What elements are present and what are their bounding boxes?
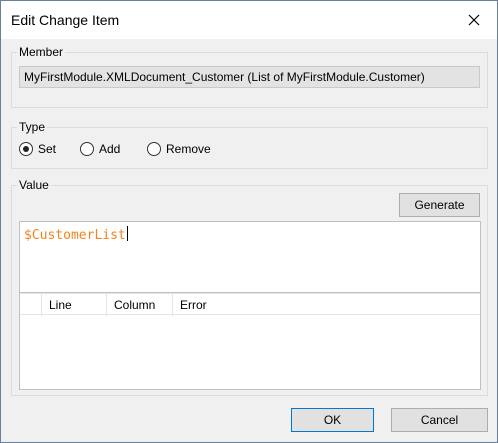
column-header-line[interactable]: Line — [42, 294, 107, 316]
dialog-title: Edit Change Item — [11, 12, 120, 28]
type-group: Type Set Add Remove — [11, 120, 488, 169]
error-table[interactable]: Line Column Error — [19, 293, 481, 390]
dialog-window: Edit Change Item Member MyFirstModule.XM… — [0, 0, 498, 443]
value-group: Value Generate $CustomerList Line Column… — [11, 178, 488, 396]
column-header-indicator[interactable] — [20, 294, 42, 316]
close-button[interactable] — [451, 1, 497, 39]
radio-add-indicator[interactable] — [80, 142, 94, 156]
column-header-error[interactable]: Error — [173, 294, 482, 316]
member-group: Member MyFirstModule.XMLDocument_Custome… — [11, 45, 488, 108]
member-field[interactable]: MyFirstModule.XMLDocument_Customer (List… — [19, 66, 480, 88]
error-table-header: Line Column Error — [20, 293, 482, 316]
expression-editor[interactable]: $CustomerList — [19, 221, 481, 293]
radio-add-label: Add — [99, 142, 121, 156]
radio-set[interactable]: Set — [19, 142, 56, 156]
generate-button[interactable]: Generate — [399, 193, 480, 217]
radio-set-indicator[interactable] — [19, 142, 33, 156]
column-header-column[interactable]: Column — [107, 294, 173, 316]
value-legend: Value — [17, 178, 51, 192]
expression-text: $CustomerList — [24, 226, 128, 243]
close-icon — [468, 14, 480, 26]
radio-remove[interactable]: Remove — [147, 142, 211, 156]
text-caret — [126, 226, 128, 241]
ok-button[interactable]: OK — [291, 408, 374, 432]
title-bar: Edit Change Item — [1, 1, 497, 39]
type-legend: Type — [17, 120, 48, 134]
cancel-button[interactable]: Cancel — [391, 408, 488, 432]
radio-add[interactable]: Add — [80, 142, 120, 156]
radio-remove-label: Remove — [166, 142, 211, 156]
radio-remove-indicator[interactable] — [147, 142, 161, 156]
radio-set-label: Set — [38, 142, 57, 156]
member-legend: Member — [17, 45, 66, 59]
